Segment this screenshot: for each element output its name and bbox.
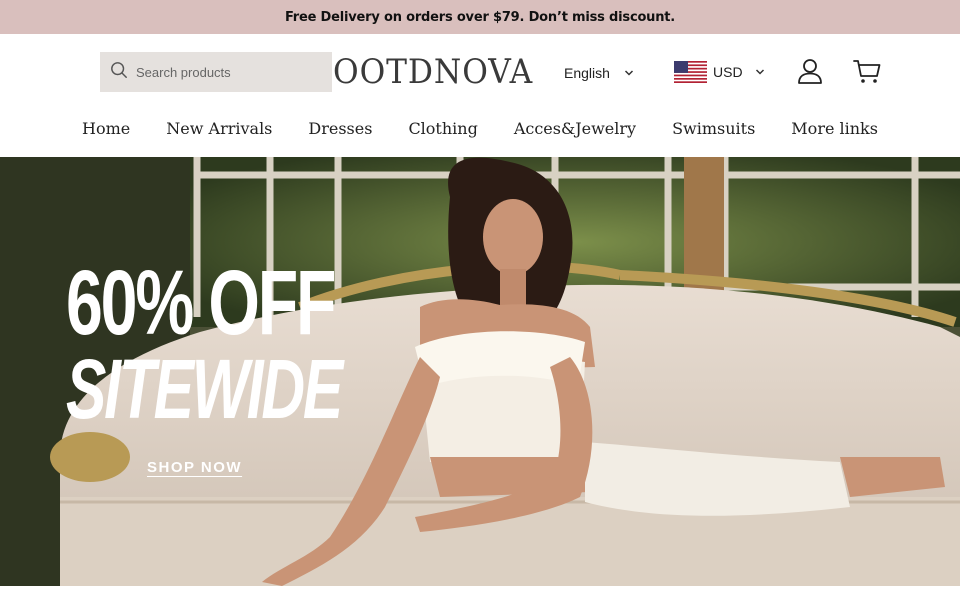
chevron-down-icon bbox=[624, 70, 633, 76]
nav-item-more-links[interactable]: More links bbox=[791, 119, 878, 138]
section-heading-cutoff bbox=[56, 590, 376, 600]
nav-item-dresses[interactable]: Dresses bbox=[308, 119, 372, 138]
currency-selector[interactable]: USD bbox=[674, 59, 765, 85]
language-selector[interactable]: English bbox=[564, 60, 634, 86]
nav-item-swimsuits[interactable]: Swimsuits bbox=[672, 119, 755, 138]
search-icon[interactable] bbox=[110, 61, 128, 84]
search-box[interactable] bbox=[100, 52, 332, 92]
hero-headline-discount: 60% OFF bbox=[66, 252, 336, 354]
user-account-icon bbox=[798, 59, 822, 84]
nav-item-accessories-jewelry[interactable]: Acces&Jewelry bbox=[514, 119, 636, 138]
brand-logo[interactable]: OOTDNOVA bbox=[333, 50, 533, 94]
currency-label: USD bbox=[713, 64, 743, 80]
hero-headline-sitewide: SITEWIDE bbox=[66, 342, 343, 436]
nav-item-new-arrivals[interactable]: New Arrivals bbox=[166, 119, 272, 138]
hero-banner[interactable]: 60% OFF SITEWIDE SHOP NOW bbox=[0, 157, 960, 586]
main-navigation: Home New Arrivals Dresses Clothing Acces… bbox=[0, 112, 960, 144]
shop-now-link[interactable]: SHOP NOW bbox=[147, 459, 242, 476]
search-input[interactable] bbox=[136, 64, 316, 80]
announcement-bar: Free Delivery on orders over $79. Don’t … bbox=[0, 0, 960, 34]
cart-button[interactable] bbox=[852, 56, 882, 86]
chevron-down-icon bbox=[755, 69, 764, 75]
section-heading-partial bbox=[56, 588, 376, 600]
account-button[interactable] bbox=[795, 56, 825, 86]
us-flag-icon bbox=[674, 61, 707, 83]
nav-item-clothing[interactable]: Clothing bbox=[408, 119, 477, 138]
shopping-cart-icon bbox=[853, 60, 881, 83]
nav-item-home[interactable]: Home bbox=[82, 119, 130, 138]
announcement-text: Free Delivery on orders over $79. Don’t … bbox=[284, 9, 676, 25]
language-label: English bbox=[564, 65, 610, 81]
